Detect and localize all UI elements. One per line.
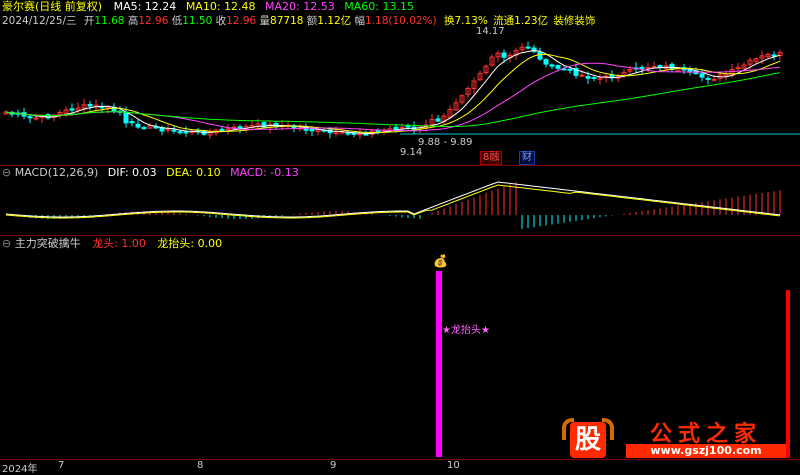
- site-url[interactable]: www.gszj100.com: [626, 444, 786, 458]
- logo-char: 股: [570, 422, 606, 458]
- money-bag-icon: 💰: [433, 254, 448, 268]
- bull-logo: 股: [562, 414, 614, 458]
- longtaitou-annotation: ★龙抬头★: [442, 321, 490, 336]
- time-axis-month-9: 9: [330, 460, 337, 471]
- time-axis-year: 2024年: [2, 464, 38, 475]
- site-name: 公式之家: [649, 422, 762, 447]
- time-axis-month-8: 8: [197, 460, 204, 471]
- indicator-chart[interactable]: [0, 0, 800, 472]
- longtaitou-annotation-text: ★龙抬头★: [442, 325, 490, 336]
- time-axis-month-7: 7: [58, 460, 65, 471]
- watermark: 股 公式之家 www.gszj100.com: [556, 412, 796, 462]
- time-axis-month-10: 10: [447, 460, 460, 471]
- longtaitou-bar: [436, 271, 442, 457]
